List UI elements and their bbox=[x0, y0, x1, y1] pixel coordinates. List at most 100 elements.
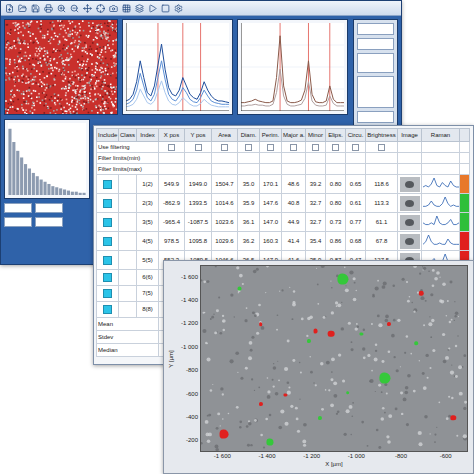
tool-icon[interactable] bbox=[18, 4, 27, 13]
side-control[interactable] bbox=[357, 53, 394, 73]
tool-icon[interactable] bbox=[96, 4, 105, 13]
filter-cell[interactable] bbox=[159, 153, 185, 164]
particle-marker[interactable] bbox=[419, 291, 423, 295]
column-header[interactable]: Major a. bbox=[282, 129, 306, 142]
input-field[interactable] bbox=[4, 203, 32, 213]
filter-cell[interactable] bbox=[366, 142, 398, 153]
filter-cell[interactable] bbox=[282, 142, 306, 153]
filter-cell[interactable] bbox=[306, 142, 326, 153]
filter-checkbox[interactable] bbox=[352, 144, 359, 151]
side-control[interactable] bbox=[357, 111, 394, 123]
filter-checkbox[interactable] bbox=[332, 144, 339, 151]
filter-cell[interactable] bbox=[212, 164, 238, 175]
filter-cell[interactable] bbox=[185, 142, 212, 153]
filter-cell[interactable] bbox=[346, 142, 366, 153]
column-header[interactable]: Elips. bbox=[326, 129, 346, 142]
include-checkbox[interactable] bbox=[103, 199, 112, 208]
tool-icon[interactable] bbox=[122, 4, 131, 13]
include-checkbox[interactable] bbox=[103, 218, 112, 227]
include-checkbox[interactable] bbox=[103, 237, 112, 246]
filter-cell[interactable] bbox=[326, 142, 346, 153]
include-cell[interactable] bbox=[97, 213, 119, 232]
particle-marker[interactable] bbox=[219, 430, 228, 439]
column-header[interactable]: Y pos bbox=[185, 129, 212, 142]
input-field[interactable] bbox=[35, 203, 63, 213]
filter-cell[interactable] bbox=[260, 153, 282, 164]
column-header[interactable]: Brightness bbox=[366, 129, 398, 142]
filter-cell[interactable] bbox=[346, 153, 366, 164]
column-header[interactable]: Class bbox=[119, 129, 137, 142]
include-cell[interactable] bbox=[97, 286, 119, 302]
particle-marker[interactable] bbox=[259, 323, 263, 327]
column-header[interactable]: X pos bbox=[159, 129, 185, 142]
filter-checkbox[interactable] bbox=[221, 144, 228, 151]
filter-cell[interactable] bbox=[159, 142, 185, 153]
particle-image[interactable] bbox=[4, 19, 118, 115]
particle-marker[interactable] bbox=[338, 274, 349, 285]
particle-marker[interactable] bbox=[313, 328, 318, 333]
tool-icon[interactable] bbox=[174, 4, 183, 13]
tool-icon[interactable] bbox=[135, 4, 144, 13]
particle-marker[interactable] bbox=[259, 402, 263, 406]
include-checkbox[interactable] bbox=[103, 180, 112, 189]
side-control[interactable] bbox=[357, 23, 394, 35]
filter-checkbox[interactable] bbox=[267, 144, 274, 151]
filter-cell[interactable] bbox=[260, 142, 282, 153]
filter-cell[interactable] bbox=[422, 142, 460, 153]
filter-cell[interactable] bbox=[460, 164, 470, 175]
filter-cell[interactable] bbox=[306, 153, 326, 164]
filter-checkbox[interactable] bbox=[245, 144, 252, 151]
filter-checkbox[interactable] bbox=[290, 144, 297, 151]
tool-icon[interactable] bbox=[83, 4, 92, 13]
particle-marker[interactable] bbox=[328, 330, 335, 337]
filter-cell[interactable] bbox=[398, 153, 422, 164]
column-header[interactable]: Index bbox=[137, 129, 159, 142]
include-cell[interactable] bbox=[97, 302, 119, 318]
column-header[interactable]: Minor bbox=[306, 129, 326, 142]
include-cell[interactable] bbox=[97, 194, 119, 213]
tool-icon[interactable] bbox=[109, 4, 118, 13]
include-cell[interactable] bbox=[97, 175, 119, 194]
filter-cell[interactable] bbox=[282, 164, 306, 175]
input-field[interactable] bbox=[35, 217, 63, 227]
filter-cell[interactable] bbox=[398, 164, 422, 175]
spectrum-panel[interactable] bbox=[122, 19, 233, 115]
filter-checkbox[interactable] bbox=[312, 144, 319, 151]
filter-cell[interactable] bbox=[366, 153, 398, 164]
filter-cell[interactable] bbox=[366, 164, 398, 175]
table-row[interactable]: 2(3)-862.91393.51014.635.9147.640.832.70… bbox=[97, 194, 470, 213]
tool-icon[interactable] bbox=[5, 4, 14, 13]
particle-marker[interactable] bbox=[307, 339, 311, 343]
particle-marker[interactable] bbox=[346, 391, 350, 395]
tool-icon[interactable] bbox=[57, 4, 66, 13]
filter-cell[interactable] bbox=[260, 164, 282, 175]
filter-cell[interactable] bbox=[460, 142, 470, 153]
input-field[interactable] bbox=[4, 217, 32, 227]
tool-icon[interactable] bbox=[70, 4, 79, 13]
tool-icon[interactable] bbox=[31, 4, 40, 13]
filter-checkbox[interactable] bbox=[378, 144, 385, 151]
filter-cell[interactable] bbox=[212, 153, 238, 164]
column-header[interactable]: Diam. bbox=[238, 129, 260, 142]
filter-cell[interactable] bbox=[326, 153, 346, 164]
include-checkbox[interactable] bbox=[103, 305, 112, 314]
particle-marker[interactable] bbox=[451, 416, 456, 421]
filter-cell[interactable] bbox=[185, 164, 212, 175]
filter-checkbox[interactable] bbox=[168, 144, 175, 151]
particle-marker[interactable] bbox=[379, 372, 390, 383]
particle-map[interactable] bbox=[200, 265, 468, 452]
include-cell[interactable] bbox=[97, 232, 119, 251]
filter-checkbox[interactable] bbox=[195, 144, 202, 151]
particle-marker[interactable] bbox=[266, 438, 273, 445]
filter-cell[interactable] bbox=[422, 164, 460, 175]
include-checkbox[interactable] bbox=[103, 273, 112, 282]
filter-cell[interactable] bbox=[326, 164, 346, 175]
column-header[interactable]: Area bbox=[212, 129, 238, 142]
tool-icon[interactable] bbox=[44, 4, 53, 13]
column-header[interactable]: Include bbox=[97, 129, 119, 142]
filter-cell[interactable] bbox=[306, 164, 326, 175]
filter-cell[interactable] bbox=[238, 153, 260, 164]
side-control[interactable] bbox=[357, 38, 394, 50]
table-row[interactable]: 4(5)978.51095.81029.636.2160.341.435.40.… bbox=[97, 232, 470, 251]
column-header[interactable]: Perim. bbox=[260, 129, 282, 142]
